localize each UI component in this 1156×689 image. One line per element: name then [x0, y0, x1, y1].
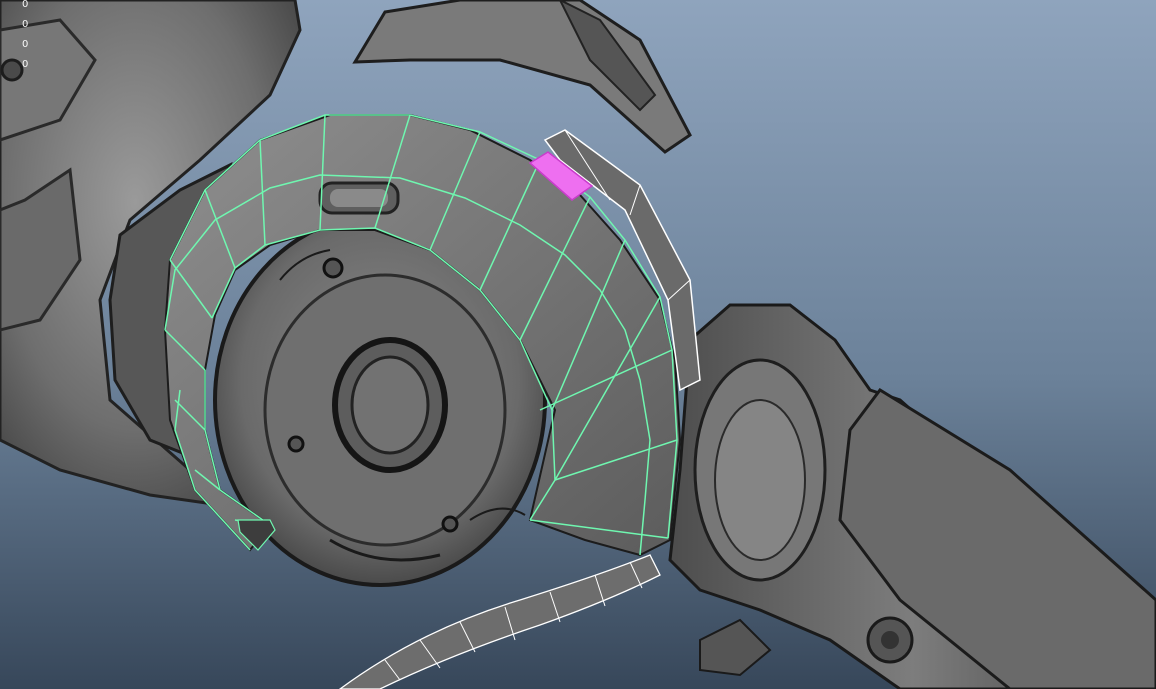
hud-counter-value: 0 — [22, 0, 29, 10]
hud-counter-value: 0 — [22, 39, 29, 50]
hud-counter-value: 0 — [22, 59, 29, 70]
viewport-scene[interactable] — [0, 0, 1156, 689]
hud-counter-value: 0 — [22, 19, 29, 30]
hud-poly-counters: 0 0 0 0 — [22, 0, 28, 72]
maya-3d-viewport[interactable]: 0 0 0 0 — [0, 0, 1156, 689]
